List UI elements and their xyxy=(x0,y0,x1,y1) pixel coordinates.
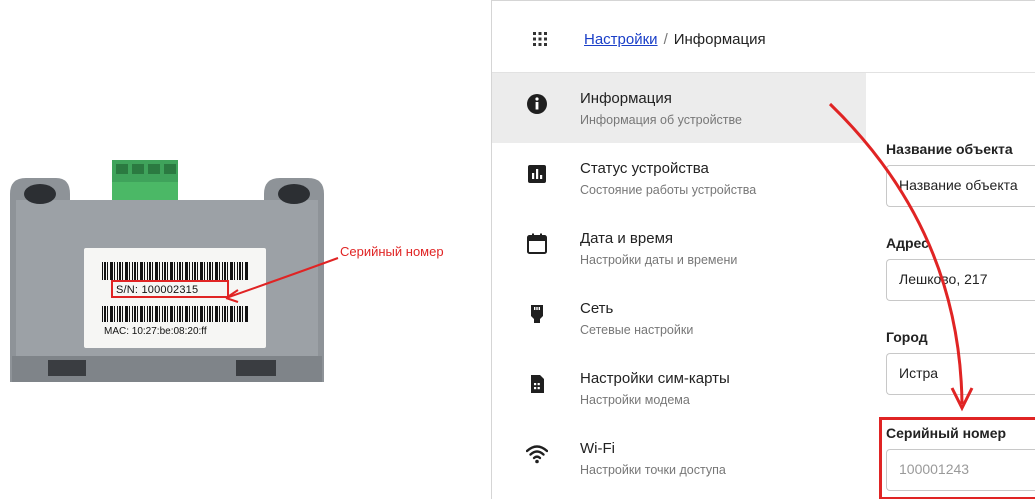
sidebar-item-info[interactable]: Информация Информация об устройстве xyxy=(492,73,866,143)
sidebar-item-subtitle: Настройки даты и времени xyxy=(580,253,738,267)
serial-input: 100001243 xyxy=(886,449,1035,491)
bar-chart-icon xyxy=(528,165,546,183)
device-mac-text: MAC: 10:27:be:08:20:ff xyxy=(104,326,207,337)
serial-highlight-box xyxy=(111,280,229,298)
wifi-icon xyxy=(526,445,548,464)
sidebar-item-subtitle: Настройки модема xyxy=(580,393,690,407)
sidebar: Информация Информация об устройстве Стат… xyxy=(492,73,866,499)
sidebar-item-subtitle: Состояние работы устройства xyxy=(580,183,757,197)
sidebar-item-title: Дата и время xyxy=(580,230,674,247)
sidebar-item-status[interactable]: Статус устройства Состояние работы устро… xyxy=(492,143,866,213)
ethernet-icon xyxy=(531,305,543,323)
sidebar-item-title: Информация xyxy=(580,90,672,107)
apps-grid-icon[interactable] xyxy=(533,32,547,46)
city-label: Город xyxy=(886,329,928,345)
top-bar: Настройки / Информация xyxy=(492,1,1035,73)
sidebar-item-title: Сеть xyxy=(580,300,614,317)
device-label-sticker: S/N: 100002315 MAC: 10:27:be:08:20:ff xyxy=(84,248,266,348)
serial-callout-label: Серийный номер xyxy=(340,244,444,259)
sidebar-item-title: Настройки сим-карты xyxy=(580,370,730,387)
address-input[interactable]: Лешково, 217 xyxy=(886,259,1035,301)
info-icon xyxy=(527,94,547,114)
settings-panel: Настройки / Информация Информация Информац… xyxy=(491,0,1035,499)
sidebar-item-wifi[interactable]: Wi-Fi Настройки точки доступа xyxy=(492,423,866,493)
barcode-top xyxy=(102,262,248,280)
sidebar-item-title: Wi-Fi xyxy=(580,440,615,457)
object-name-input[interactable]: Название объекта xyxy=(886,165,1035,207)
calendar-icon xyxy=(527,233,547,254)
breadcrumb: Настройки / Информация xyxy=(584,31,766,48)
device-photo: S/N: 100002315 MAC: 10:27:be:08:20:ff xyxy=(8,160,326,382)
breadcrumb-link-settings[interactable]: Настройки xyxy=(584,31,658,48)
sidebar-item-subtitle: Сетевые настройки xyxy=(580,323,694,337)
city-input[interactable]: Истра xyxy=(886,353,1035,395)
object-name-label: Название объекта xyxy=(886,141,1013,157)
sidebar-item-title: Статус устройства xyxy=(580,160,709,177)
barcode-bottom xyxy=(102,306,248,322)
sim-card-icon xyxy=(531,375,544,393)
serial-label: Серийный номер xyxy=(886,425,1007,441)
breadcrumb-separator: / xyxy=(663,31,668,48)
sidebar-item-subtitle: Настройки точки доступа xyxy=(580,463,726,477)
sidebar-item-datetime[interactable]: Дата и время Настройки даты и времени xyxy=(492,213,866,283)
sidebar-item-network[interactable]: Сеть Сетевые настройки xyxy=(492,283,866,353)
sidebar-item-subtitle: Информация об устройстве xyxy=(580,113,742,127)
breadcrumb-current: Информация xyxy=(673,31,766,48)
info-form: Название объекта Название объекта Адрес … xyxy=(866,73,1035,499)
address-label: Адрес xyxy=(886,235,929,251)
sidebar-item-sim[interactable]: Настройки сим-карты Настройки модема xyxy=(492,353,866,423)
